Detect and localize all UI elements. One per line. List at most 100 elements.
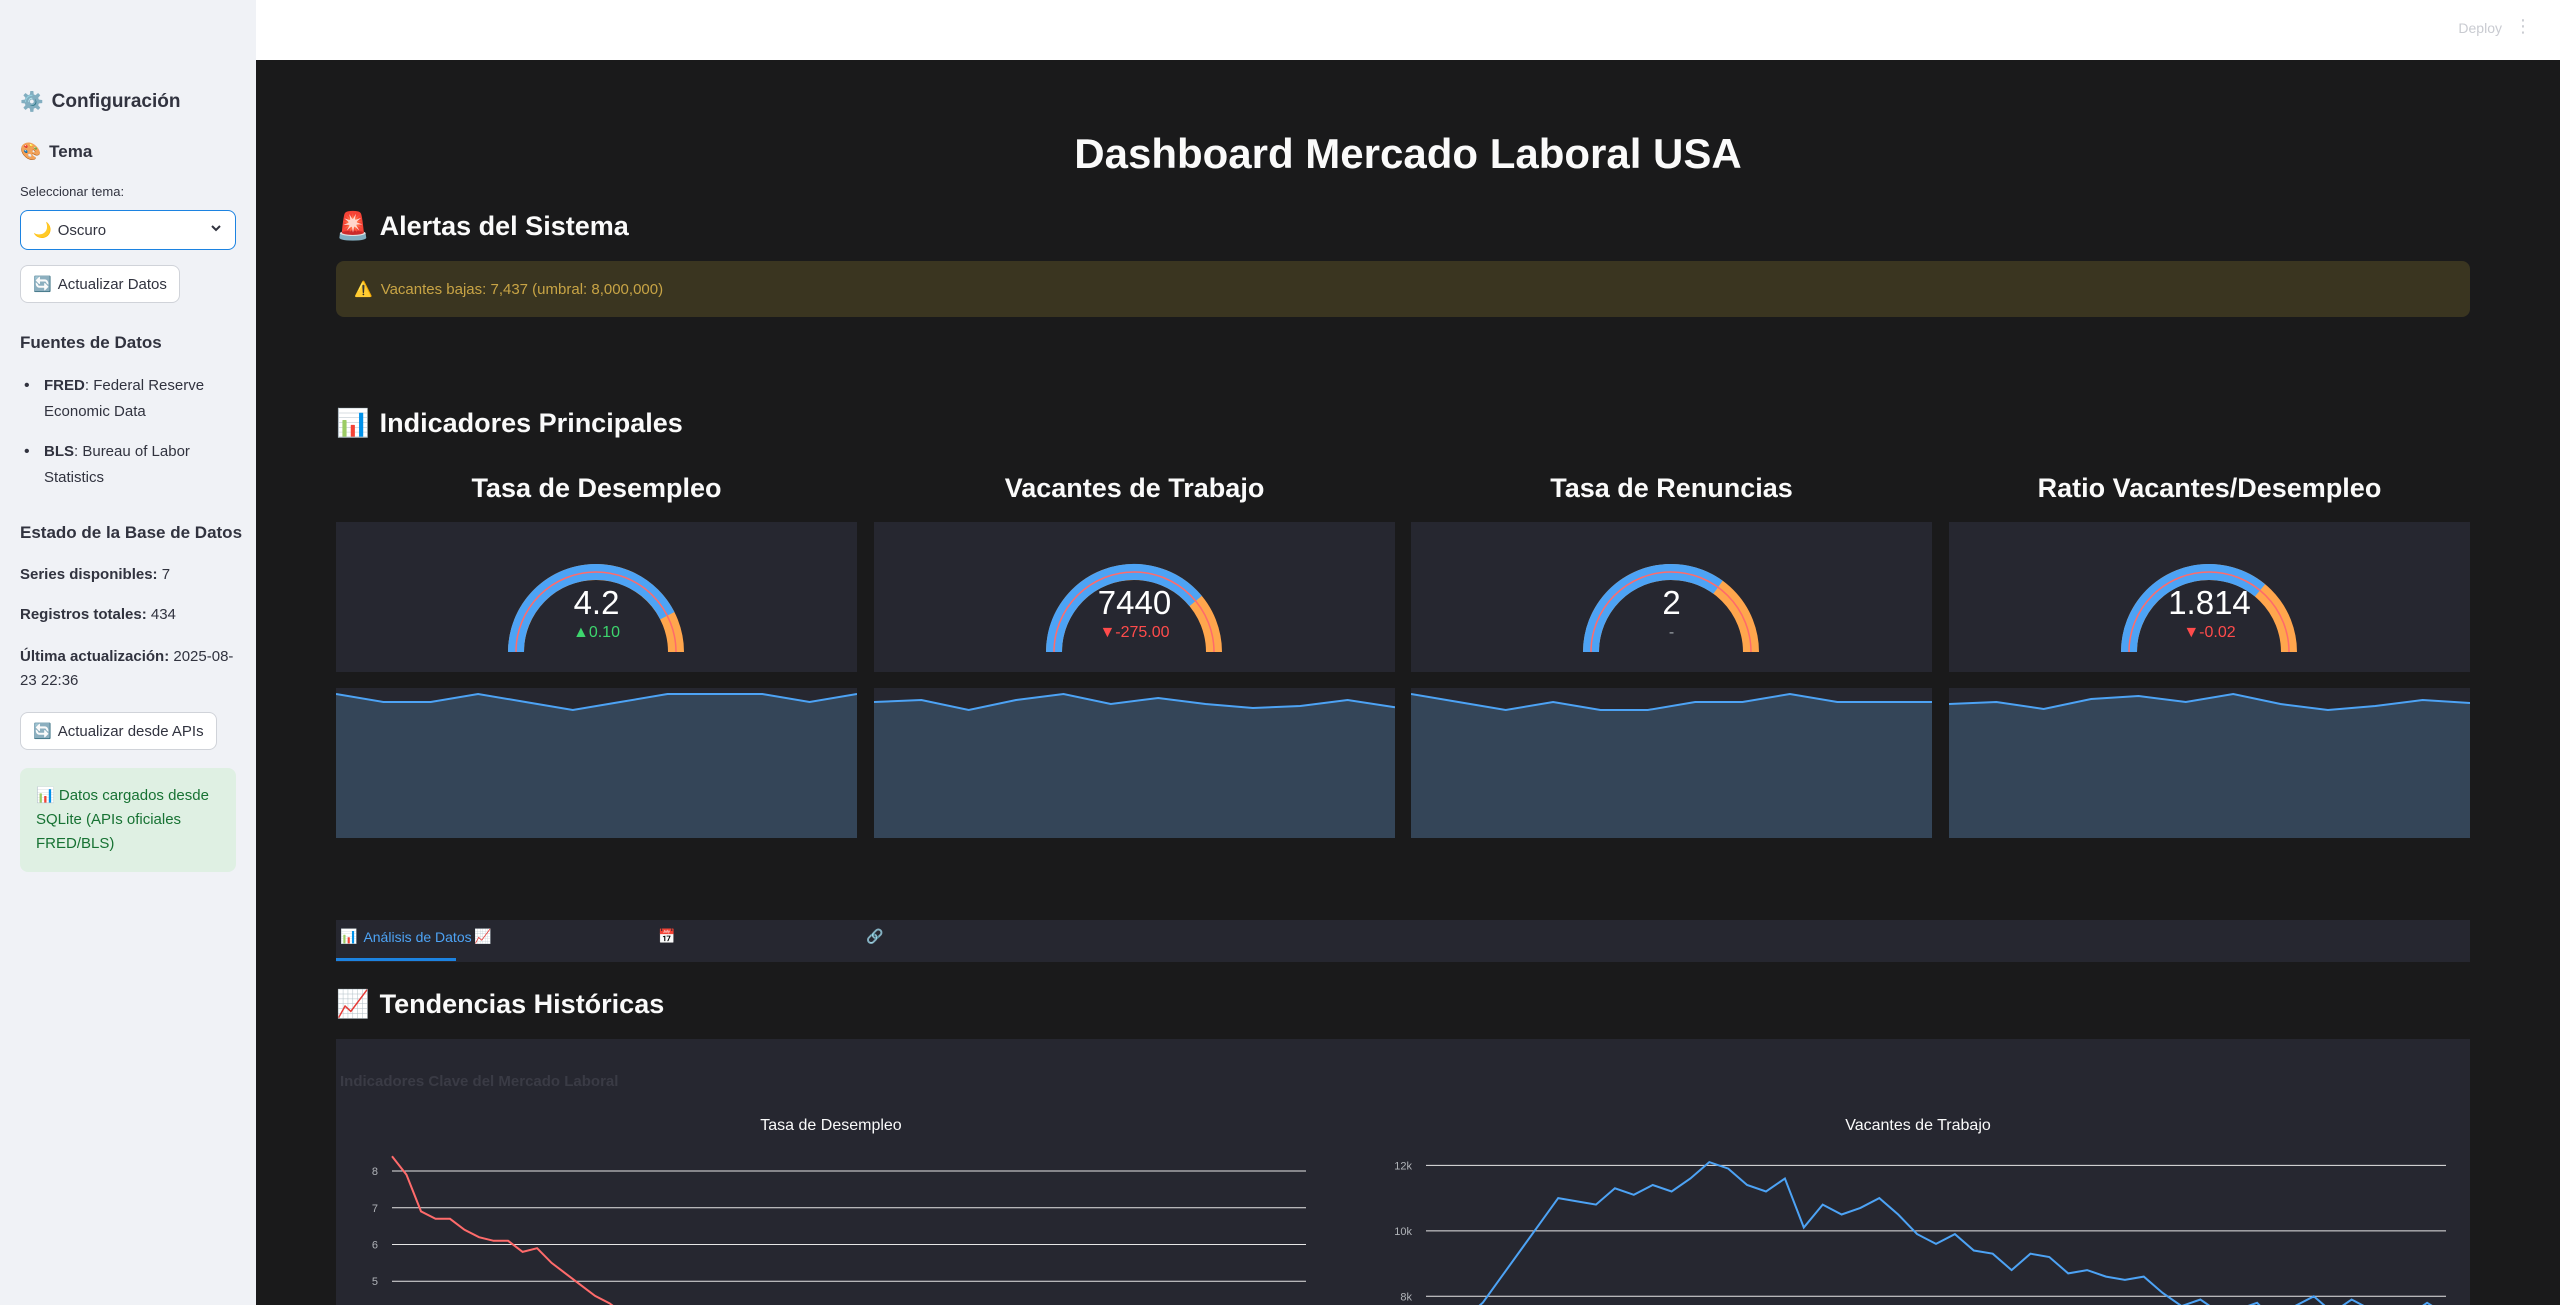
- tab-4[interactable]: 🔗: [866, 928, 889, 945]
- warning-icon: ⚠️: [354, 281, 373, 298]
- series-label: Series disponibles:: [20, 566, 158, 583]
- indicators-header: 📊 Indicadores Principales: [336, 407, 683, 439]
- config-title: Configuración: [51, 91, 181, 112]
- link-icon: 🔗: [866, 928, 884, 944]
- theme-title: Tema: [49, 142, 93, 161]
- calendar-icon: 📅: [658, 928, 676, 944]
- y-tick-label: 8k: [1400, 1291, 1412, 1303]
- gear-icon: ⚙️: [20, 92, 44, 113]
- update-api-button[interactable]: 🔄 Actualizar desde APIs: [20, 712, 217, 750]
- y-tick-label: 5: [372, 1276, 378, 1288]
- refresh-icon: 🔄: [33, 723, 52, 740]
- db-status-title: Estado de la Base de Datos: [20, 523, 243, 542]
- refresh-data-label: Actualizar Datos: [57, 275, 167, 293]
- list-item: FRED: Federal Reserve Economic Data: [20, 373, 236, 425]
- siren-icon: 🚨: [336, 211, 370, 241]
- sparkline-card: [1410, 688, 1932, 838]
- palette-icon: 🎨: [20, 142, 42, 161]
- y-tick-label: 12k: [1394, 1160, 1412, 1172]
- moon-icon: 🌙: [33, 222, 52, 239]
- sparkline-chart: [873, 692, 1396, 838]
- gauge-card: 7440 ▼-275.00: [874, 522, 1395, 672]
- y-tick-label: 8: [372, 1166, 378, 1178]
- chart-title: Vacantes de Trabajo: [1845, 1117, 1991, 1134]
- main-content: Dashboard Mercado Laboral USA 🚨 Alertas …: [256, 60, 2560, 1305]
- sparkline-chart: [335, 692, 858, 838]
- config-header: ⚙️ Configuración: [20, 90, 180, 114]
- source-name: FRED: [44, 377, 85, 394]
- gauge-delta: ▼-0.02: [2183, 624, 2236, 641]
- deploy-button[interactable]: Deploy: [2458, 20, 2502, 36]
- update-api-label: Actualizar desde APIs: [57, 722, 204, 740]
- refresh-data-button[interactable]: 🔄 Actualizar Datos: [20, 265, 180, 303]
- theme-select[interactable]: 🌙 Oscuro: [20, 210, 236, 250]
- app-header: Deploy ⋮: [256, 0, 2560, 60]
- success-text: Datos cargados desde SQLite (APIs oficia…: [36, 787, 209, 852]
- gauge-value: 1.814: [2168, 584, 2251, 621]
- sources-list: FRED: Federal Reserve Economic Data BLS:…: [20, 373, 236, 505]
- alerts-header: 🚨 Alertas del Sistema: [336, 210, 629, 242]
- page-title: Dashboard Mercado Laboral USA: [1074, 130, 1742, 177]
- sparkline-area: [1411, 694, 1932, 838]
- sparkline-card: [873, 688, 1396, 838]
- bar-chart-icon: 📊: [336, 408, 370, 438]
- chart-title: Tasa de Desempleo: [760, 1117, 902, 1134]
- tab-2[interactable]: 📈: [474, 928, 497, 945]
- trend-icon: 📈: [474, 928, 492, 944]
- tab-3[interactable]: 📅: [658, 928, 681, 945]
- gauge-card: 1.814 ▼-0.02: [1949, 522, 2470, 672]
- sparkline-chart: [1948, 692, 2471, 838]
- trends-title: Tendencias Históricas: [379, 988, 665, 1019]
- chart-subtitle: Indicadores Clave del Mercado Laboral: [340, 1073, 619, 1090]
- sidebar: ⚙️ Configuración 🎨 Tema Seleccionar tema…: [0, 0, 256, 1305]
- theme-header: 🎨 Tema: [20, 142, 92, 162]
- refresh-icon: 🔄: [33, 276, 52, 293]
- gauge-value: 7440: [1097, 584, 1172, 621]
- source-name: BLS: [44, 443, 74, 460]
- tab-analysis[interactable]: 📊 Análisis de Datos: [340, 928, 472, 945]
- warning-alert: ⚠️ Vacantes bajas: 7,437 (umbral: 8,000,…: [336, 261, 2470, 317]
- sparkline-chart: [1410, 692, 1932, 838]
- y-tick-label: 10k: [1394, 1226, 1412, 1238]
- gauge-delta: -: [1668, 624, 1675, 641]
- gauge-delta: ▼-275.00: [1099, 624, 1170, 641]
- alert-text: Vacantes bajas: 7,437 (umbral: 8,000,000…: [380, 280, 664, 298]
- trend-icon: 📈: [336, 989, 370, 1019]
- gauge-card: 2 -: [1411, 522, 1932, 672]
- trends-chart: Tasa de Desempleo87654Vacantes de Trabaj…: [372, 1117, 2446, 1305]
- kpi-title: Tasa de Renuncias: [1550, 473, 1793, 503]
- chart-icon: 📊: [36, 787, 55, 804]
- indicators-title: Indicadores Principales: [379, 407, 683, 438]
- y-tick-label: 6: [372, 1240, 378, 1252]
- tab-label: Análisis de Datos: [363, 928, 472, 945]
- theme-select-label: Seleccionar tema:: [20, 184, 125, 199]
- active-tab-indicator: [336, 958, 456, 961]
- records-label: Registros totales:: [20, 606, 147, 623]
- alerts-title: Alertas del Sistema: [379, 210, 629, 241]
- gauge-value: 2: [1662, 584, 1681, 621]
- gauge-delta: ▲0.10: [573, 624, 620, 641]
- main-menu-icon[interactable]: ⋮: [2514, 16, 2532, 37]
- success-message: 📊 Datos cargados desde SQLite (APIs ofic…: [20, 768, 236, 872]
- updated-label: Última actualización:: [20, 648, 170, 665]
- series-line: [391, 1155, 614, 1305]
- gauge-value: 4.2: [573, 584, 620, 621]
- records-count: Registros totales: 434: [20, 605, 176, 625]
- sparkline-area: [1949, 694, 2470, 838]
- chevron-down-icon: [209, 221, 223, 239]
- bar-chart-icon: 📊: [340, 928, 358, 944]
- last-update: Última actualización: 2025-08-23 22:36: [20, 645, 236, 693]
- theme-select-value: Oscuro: [57, 221, 107, 239]
- tab-bar: 📊 Análisis de Datos 📈 📅 🔗: [336, 920, 2470, 962]
- kpi-title: Ratio Vacantes/Desempleo: [2037, 473, 2382, 503]
- list-item: BLS: Bureau of Labor Statistics: [20, 439, 236, 491]
- series-count: Series disponibles: 7: [20, 565, 170, 585]
- records-value: 434: [150, 606, 176, 623]
- series-line: [1478, 1160, 2433, 1305]
- kpi-title: Tasa de Desempleo: [471, 473, 722, 503]
- kpi-title: Vacantes de Trabajo: [1004, 473, 1265, 503]
- sparkline-area: [874, 694, 1395, 838]
- sources-title: Fuentes de Datos: [20, 333, 162, 352]
- trends-chart-panel: Indicadores Clave del Mercado Laboral Ta…: [336, 1039, 2470, 1305]
- gauge-card: 4.2 ▲0.10: [336, 522, 857, 672]
